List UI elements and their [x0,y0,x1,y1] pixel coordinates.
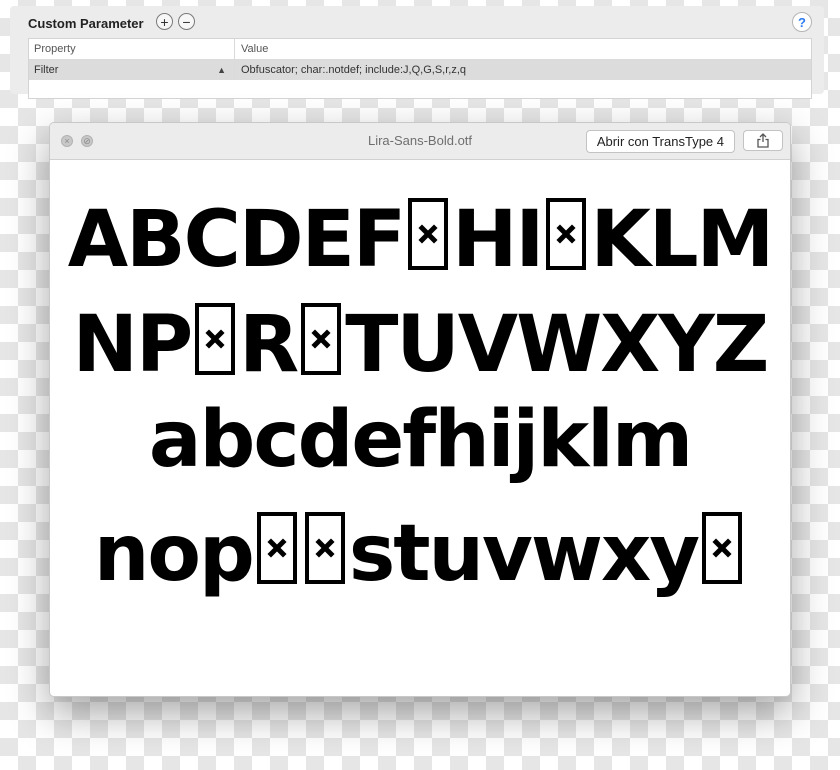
glyph-text: HI [452,195,544,285]
minus-icon: − [182,13,191,30]
plus-icon: + [160,13,169,30]
share-button[interactable] [743,130,783,151]
notdef-glyph [301,303,342,375]
glyph-line-2: NP R TUVWXYZ [50,299,790,384]
remove-parameter-button[interactable]: − [178,13,195,30]
title-bar[interactable]: × ⊘ Lira-Sans-Bold.otf Abrir con TransTy… [50,123,790,160]
notdef-glyph [408,198,449,270]
glyph-text: TUVWXYZ [345,300,769,390]
glyph-text: stuvwxy [348,509,700,599]
help-button[interactable]: ? [792,12,812,32]
property-cell[interactable]: Filter ▲ [29,60,235,80]
notdef-glyph [546,198,587,270]
table-header: Property Value [29,39,811,60]
glyph-text: abcdefhijklm [148,395,693,485]
empty-row [29,80,811,98]
notdef-glyph [702,512,743,584]
glyph-text: NP [72,300,193,390]
notdef-glyph [304,512,345,584]
glyph-line-1: ABCDEF HI KLM [50,194,790,279]
glyph-text: R [239,300,299,390]
add-parameter-button[interactable]: + [156,13,173,30]
notdef-glyph [256,512,297,584]
glyph-preview-area: ABCDEF HI KLM NP R TUVWXYZ abcdefhijklm nop s… [50,160,790,696]
notdef-glyph [195,303,236,375]
property-value: Filter [34,64,59,76]
glyph-line-3: abcdefhijklm [50,401,790,479]
font-preview-window: × ⊘ Lira-Sans-Bold.otf Abrir con TransTy… [49,122,791,697]
column-header-value[interactable]: Value [235,43,268,55]
glyph-text: KLM [590,195,774,285]
glyph-text: nop [93,509,255,599]
glyph-line-4: nop stuvwxy [50,508,790,593]
column-header-property[interactable]: Property [29,39,235,59]
parameter-table: Property Value Filter ▲ Obfuscator; char… [28,38,812,99]
glyph-text: ABCDEF [67,195,406,285]
share-icon [757,133,769,148]
panel-title: Custom Parameter [28,16,144,31]
up-down-stepper-icon[interactable]: ▲ [217,65,226,75]
custom-parameter-panel: Custom Parameter + − ? Property Value Fi… [10,6,824,99]
value-cell[interactable]: Obfuscator; char:.notdef; include:J,Q,G,… [235,64,466,76]
table-row[interactable]: Filter ▲ Obfuscator; char:.notdef; inclu… [29,60,811,80]
open-with-transtype-button[interactable]: Abrir con TransType 4 [585,130,735,153]
